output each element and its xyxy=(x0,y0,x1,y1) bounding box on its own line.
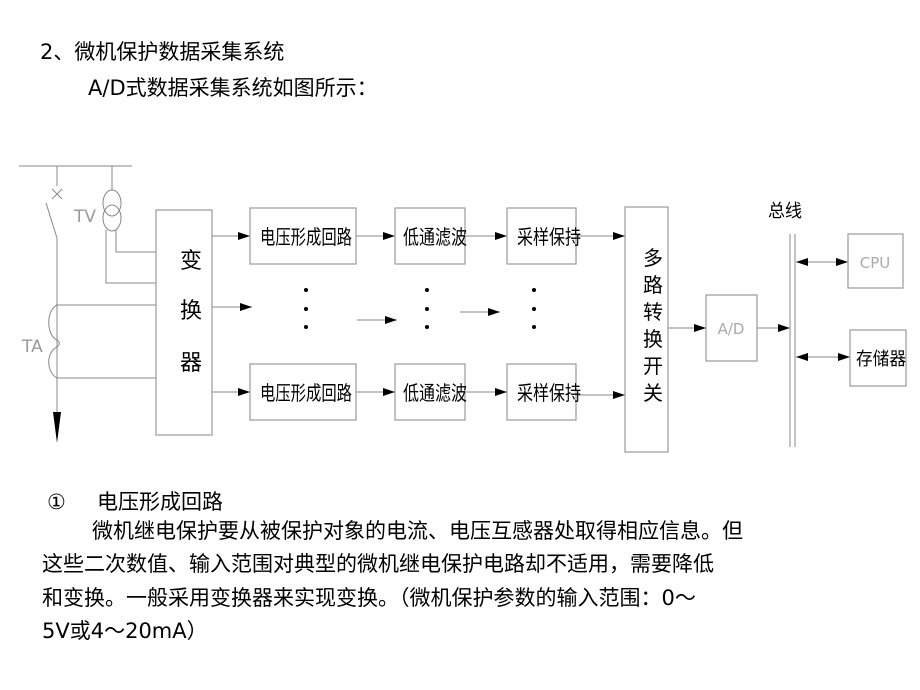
paragraph-line: 和变换。一般采用变换器来实现变换。（微机保护参数的输入范围：0～ xyxy=(42,586,696,610)
sample-hold-label: 采样保持 xyxy=(517,225,581,249)
ta-transformer-icon xyxy=(48,304,156,379)
mux-char: 关 xyxy=(643,381,663,405)
sample-hold-label: 采样保持 xyxy=(517,381,581,405)
voltage-circuit-label: 电压形成回路 xyxy=(260,381,352,405)
bus-label: 总线 xyxy=(768,201,802,222)
mux-char: 多 xyxy=(643,246,663,270)
data-acquisition-diagram: TV TA 变 换 器 电压形成回路 低通滤波 采样保持 电压形成回路 低通滤波… xyxy=(19,165,907,453)
paragraph-line: 这些二次数值、输入范围对典型的微机继电保护电路却不适用，需要降低 xyxy=(42,552,714,576)
memory-label: 存储器 xyxy=(856,349,906,370)
section-title: 电压形成回路 xyxy=(97,490,223,514)
ellipsis-dots xyxy=(304,288,536,329)
converter-char: 变 xyxy=(180,249,202,274)
mux-char: 转 xyxy=(643,300,663,324)
section-number: ① xyxy=(47,490,66,514)
mux-char: 换 xyxy=(643,327,663,351)
tv-label: TV xyxy=(73,207,96,227)
lowpass-filter-label: 低通滤波 xyxy=(403,225,467,249)
converter-char: 换 xyxy=(180,299,202,324)
mux-char: 路 xyxy=(643,273,663,297)
paragraph-line: 5V或4～20mA） xyxy=(42,619,208,643)
ta-label: TA xyxy=(21,337,43,357)
down-arrow-icon xyxy=(53,412,61,443)
lowpass-filter-label: 低通滤波 xyxy=(403,381,467,405)
mux-char: 开 xyxy=(643,354,663,378)
cpu-label: CPU xyxy=(860,254,891,272)
ad-label: A/D xyxy=(718,320,745,338)
tv-transformer-icon xyxy=(102,166,156,284)
paragraph-line: 微机继电保护要从被保护对象的电流、电压互感器处取得相应信息。但 xyxy=(92,519,743,543)
converter-char: 器 xyxy=(180,351,202,376)
voltage-circuit-label: 电压形成回路 xyxy=(260,225,352,249)
